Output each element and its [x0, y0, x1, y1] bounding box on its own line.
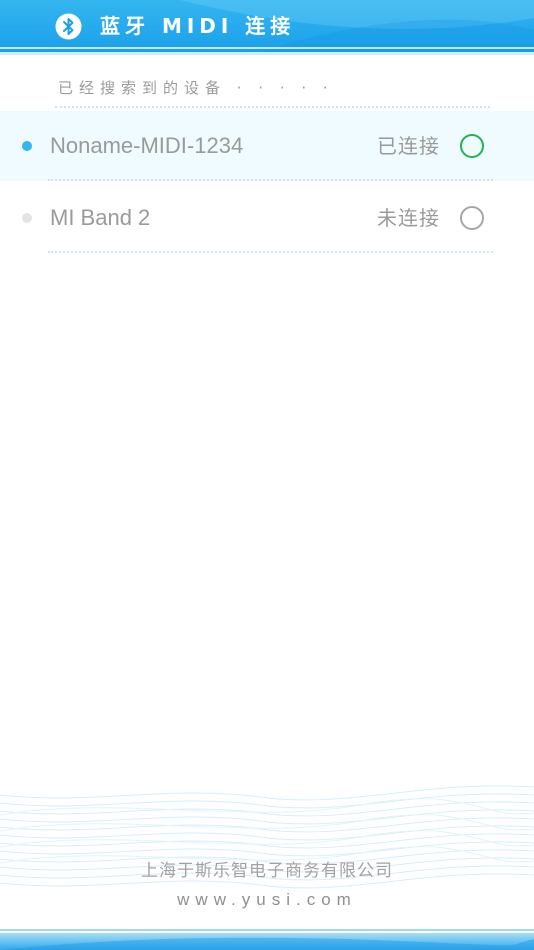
- company-name: 上海于斯乐智电子商务有限公司: [141, 861, 393, 881]
- connect-radio[interactable]: [460, 206, 484, 230]
- device-name: Noname-MIDI-1234: [50, 133, 244, 158]
- bottom-bar: [0, 933, 534, 950]
- device-row-mi-band[interactable]: MI Band 2 未连接: [0, 183, 534, 253]
- row-divider: [48, 179, 493, 181]
- row-divider: [48, 251, 493, 253]
- device-indicator-dot: [22, 213, 32, 223]
- device-name: MI Band 2: [50, 205, 151, 230]
- connection-status: 已连接: [377, 134, 440, 158]
- section-divider: [55, 106, 490, 108]
- page-title: 蓝牙 MIDI 连接: [100, 14, 296, 38]
- bluetooth-icon: [55, 13, 82, 40]
- section-label: 已经搜索到的设备 · · · · ·: [58, 79, 334, 97]
- bottom-highlight-line: [0, 929, 534, 931]
- website-link[interactable]: www.yusi.com: [0, 890, 534, 910]
- app-header: 蓝牙 MIDI 连接: [0, 0, 534, 52]
- connection-status: 未连接: [377, 206, 440, 230]
- connect-radio[interactable]: [460, 134, 484, 158]
- device-indicator-dot: [22, 141, 32, 151]
- bottom-bar-decoration: [0, 937, 534, 950]
- header-underline: [0, 52, 534, 55]
- device-row-noname-midi[interactable]: Noname-MIDI-1234 已连接: [0, 111, 534, 181]
- header-highlight-line: [0, 47, 534, 49]
